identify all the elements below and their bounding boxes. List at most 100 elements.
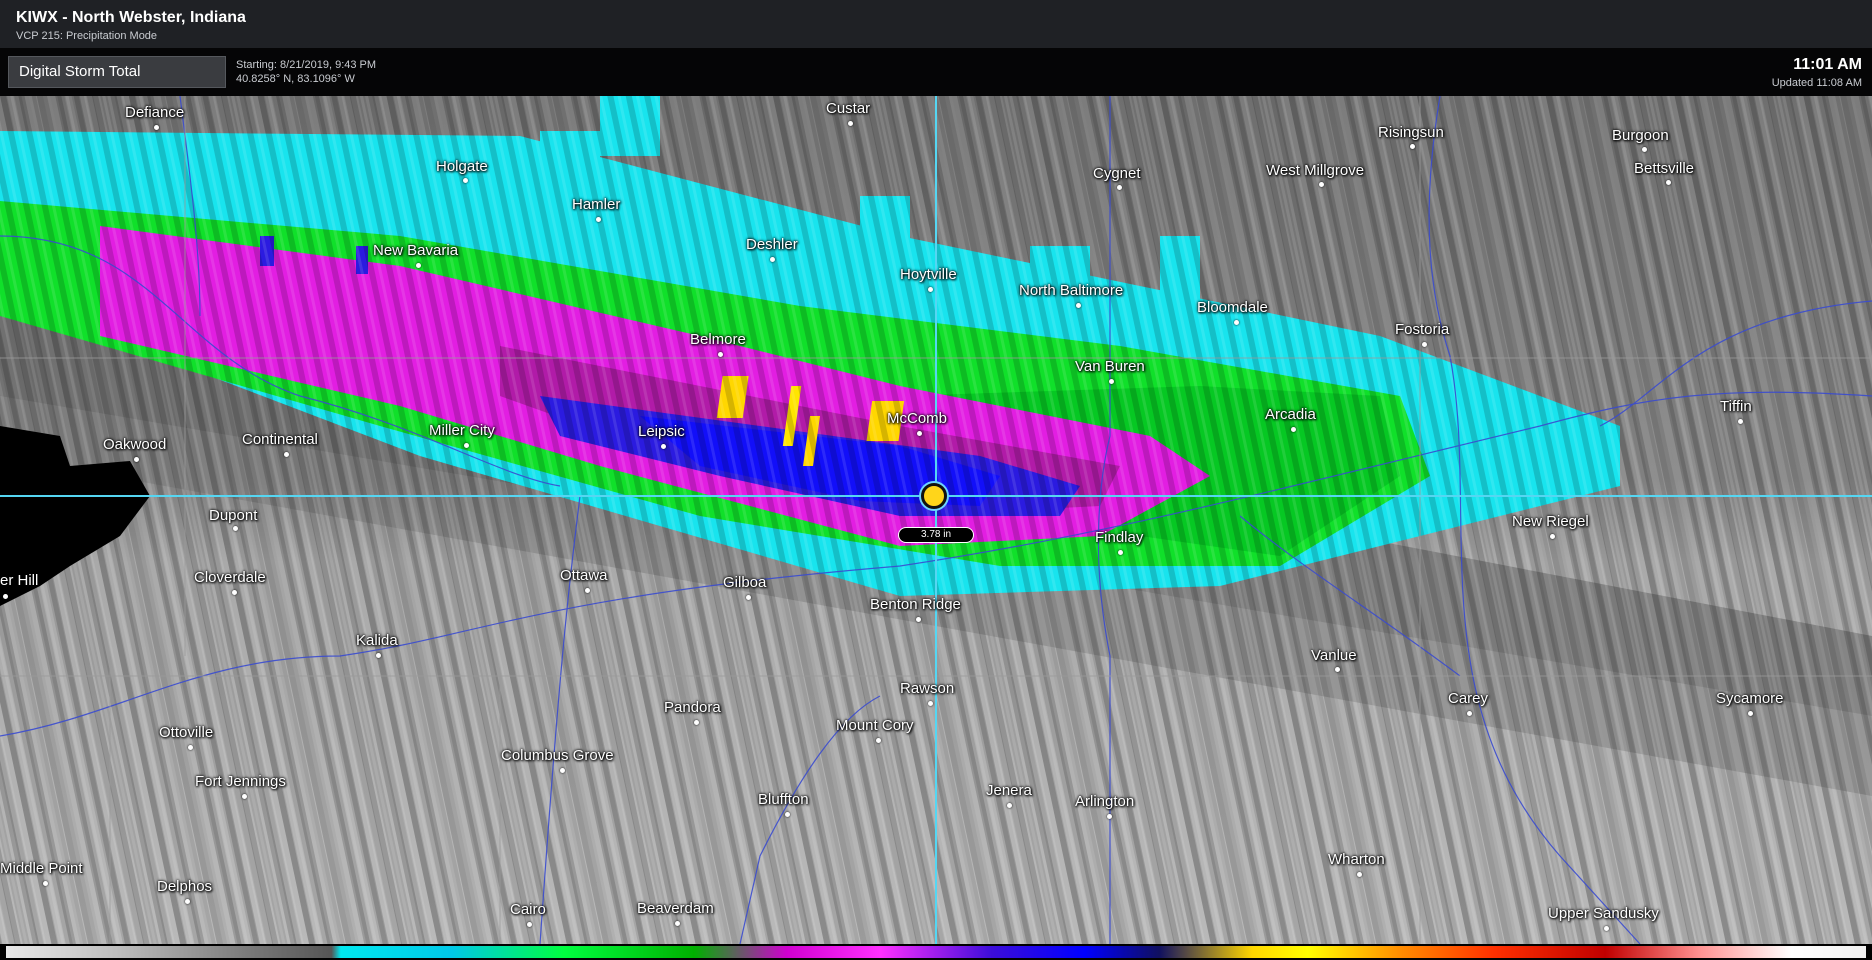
city-dot bbox=[661, 444, 666, 449]
city-dot bbox=[43, 881, 48, 886]
city-label: New Bavaria bbox=[373, 242, 459, 259]
city-label: Van Buren bbox=[1075, 358, 1145, 375]
city-label: Risingsun bbox=[1378, 124, 1444, 141]
city-label: Sycamore bbox=[1716, 690, 1784, 707]
city-dot bbox=[1604, 926, 1609, 931]
city-label: Pandora bbox=[664, 699, 721, 716]
probe-value-label: 3.78 in bbox=[898, 527, 974, 543]
city-label: Upper Sandusky bbox=[1548, 905, 1659, 922]
city-label: Vanlue bbox=[1311, 647, 1357, 664]
city-dot bbox=[463, 178, 468, 183]
radar-map[interactable]: Defiance Custar Risingsun Burgoon Holgat… bbox=[0, 96, 1872, 944]
city-label: Carey bbox=[1448, 690, 1489, 707]
city-label: Bloomdale bbox=[1197, 299, 1268, 316]
city-label: Fostoria bbox=[1395, 321, 1450, 338]
starting-time: Starting: 8/21/2019, 9:43 PM bbox=[236, 59, 377, 71]
city-label: Deshler bbox=[746, 236, 798, 253]
city-label: Ottawa bbox=[560, 567, 608, 584]
city-label: West Millgrove bbox=[1266, 162, 1365, 179]
city-dot bbox=[1666, 180, 1671, 185]
city-label: Arcadia bbox=[1265, 406, 1316, 423]
city-dot bbox=[928, 287, 933, 292]
city-label: Hoytville bbox=[900, 266, 957, 283]
city-dot bbox=[188, 745, 193, 750]
city-label: Fort Jennings bbox=[195, 773, 286, 790]
city-dot bbox=[1357, 872, 1362, 877]
city-dot bbox=[1118, 550, 1123, 555]
city-dot bbox=[848, 121, 853, 126]
city-label: Middle Point bbox=[0, 860, 83, 877]
city-label: Cairo bbox=[510, 901, 546, 918]
city-label: Continental bbox=[242, 431, 318, 448]
city-dot bbox=[596, 217, 601, 222]
city-dot bbox=[284, 452, 289, 457]
city-dot bbox=[675, 921, 680, 926]
city-label: Oakwood bbox=[103, 436, 167, 453]
city-dot bbox=[376, 653, 381, 658]
city-label: Miller City bbox=[429, 422, 495, 439]
city-dot bbox=[1319, 182, 1324, 187]
city-label: Beaverdam bbox=[637, 900, 714, 917]
city-dot bbox=[560, 768, 565, 773]
city-dot bbox=[1076, 303, 1081, 308]
crosshair-vertical bbox=[935, 96, 937, 944]
city-dot bbox=[1107, 814, 1112, 819]
city-dot bbox=[233, 526, 238, 531]
city-dot bbox=[928, 701, 933, 706]
vcp-mode: VCP 215: Precipitation Mode bbox=[16, 30, 158, 42]
city-dot bbox=[1109, 379, 1114, 384]
city-dot bbox=[876, 738, 881, 743]
city-dot bbox=[585, 588, 590, 593]
city-label: Leipsic bbox=[638, 423, 685, 440]
city-dot bbox=[1748, 711, 1753, 716]
city-label: Bluffton bbox=[758, 791, 809, 808]
city-label: Jenera bbox=[986, 782, 1032, 799]
city-label: Columbus Grove bbox=[501, 747, 614, 764]
city-dot bbox=[1410, 144, 1415, 149]
city-label: Wharton bbox=[1328, 851, 1385, 868]
city-dot bbox=[1467, 711, 1472, 716]
product-selector[interactable]: Digital Storm Total bbox=[8, 56, 226, 88]
city-label: Gilboa bbox=[723, 574, 767, 591]
city-label: Holgate bbox=[436, 158, 488, 175]
city-label: Dupont bbox=[209, 507, 258, 524]
city-dot bbox=[134, 457, 139, 462]
city-dot bbox=[232, 590, 237, 595]
city-label: New Riegel bbox=[1512, 513, 1589, 530]
scan-info: Starting: 8/21/2019, 9:43 PM 40.8258° N,… bbox=[236, 58, 376, 86]
radar-site-title: KIWX - North Webster, Indiana bbox=[16, 9, 246, 26]
city-dot bbox=[1422, 342, 1427, 347]
city-label: Cloverdale bbox=[194, 569, 266, 586]
city-label: Bettsville bbox=[1634, 160, 1695, 177]
city-dot bbox=[694, 720, 699, 725]
city-dot bbox=[3, 594, 8, 599]
city-label: Cygnet bbox=[1093, 165, 1141, 182]
city-dot bbox=[242, 794, 247, 799]
city-dot bbox=[770, 257, 775, 262]
city-label: Mount Cory bbox=[836, 717, 914, 734]
city-dot bbox=[154, 125, 159, 130]
city-label: Hamler bbox=[572, 196, 621, 213]
city-dot bbox=[1335, 667, 1340, 672]
city-dot bbox=[464, 443, 469, 448]
city-label: Ottoville bbox=[159, 724, 214, 741]
updated-time: Updated 11:08 AM bbox=[1771, 77, 1862, 89]
city-dot bbox=[1738, 419, 1743, 424]
city-dot bbox=[1007, 803, 1012, 808]
city-label: Findlay bbox=[1095, 529, 1144, 546]
title-bar: KIWX - North Webster, Indiana VCP 215: P… bbox=[0, 0, 1872, 48]
city-label: Delphos bbox=[157, 878, 213, 895]
location-coords: 40.8258° N, 83.1096° W bbox=[236, 73, 355, 85]
city-dot bbox=[718, 352, 723, 357]
city-dot bbox=[917, 431, 922, 436]
city-label: Arlington bbox=[1075, 793, 1135, 810]
city-label: Tiffin bbox=[1720, 398, 1752, 415]
city-label: Defiance bbox=[125, 104, 185, 121]
city-dot bbox=[1234, 320, 1239, 325]
city-label: Burgoon bbox=[1612, 127, 1669, 144]
city-label: McComb bbox=[887, 410, 948, 427]
color-legend bbox=[0, 944, 1872, 960]
city-dot bbox=[185, 899, 190, 904]
probe-pin[interactable] bbox=[921, 483, 947, 509]
city-label: Kalida bbox=[356, 632, 398, 649]
